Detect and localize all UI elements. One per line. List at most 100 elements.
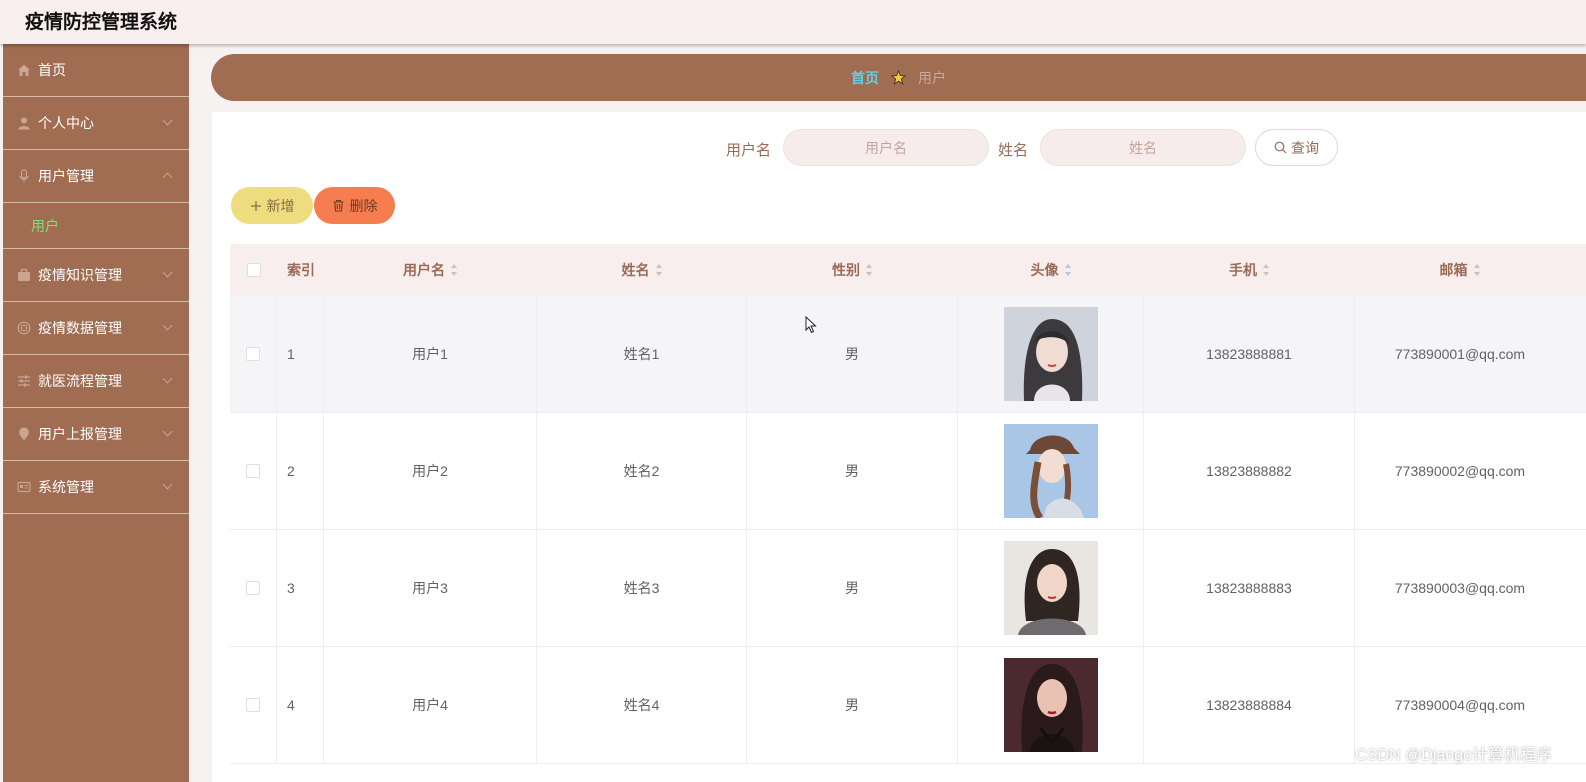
sort-icon[interactable] — [451, 264, 458, 276]
cell-name: 姓名1 — [537, 296, 747, 412]
cell-phone: 13823888884 — [1144, 647, 1355, 763]
col-index: 索引 — [277, 244, 324, 296]
cell-phone: 13823888883 — [1144, 530, 1355, 646]
cell-name: 姓名2 — [537, 413, 747, 529]
sidebar-item-user-report[interactable]: 用户上报管理 — [3, 408, 189, 461]
col-avatar[interactable]: 头像 — [958, 244, 1144, 296]
cell-avatar — [958, 530, 1144, 646]
sidebar-item-label: 疫情知识管理 — [38, 267, 122, 283]
avatar[interactable] — [1003, 541, 1098, 635]
location-pin-icon — [19, 427, 29, 441]
sort-icon[interactable] — [655, 264, 663, 276]
cell-gender: 男 — [747, 647, 958, 763]
sidebar-item-label: 系统管理 — [38, 479, 94, 495]
top-header: 疫情防控管理系统 — [0, 0, 1586, 44]
cell-avatar — [958, 413, 1144, 529]
id-card-icon — [17, 481, 31, 493]
row-checkbox[interactable] — [246, 581, 260, 595]
cell-username: 用户2 — [324, 413, 537, 529]
sidebar-item-profile[interactable]: 个人中心 — [3, 97, 189, 150]
sort-icon[interactable] — [1263, 264, 1270, 276]
chevron-down-icon — [162, 479, 173, 490]
avatar[interactable] — [1003, 658, 1098, 752]
sidebar-item-label: 用户上报管理 — [38, 426, 122, 442]
plus-icon — [250, 200, 261, 211]
col-phone[interactable]: 手机 — [1144, 244, 1355, 296]
sidebar-item-epidemic-data[interactable]: 疫情数据管理 — [3, 302, 189, 355]
star-icon — [891, 70, 906, 85]
home-icon — [18, 64, 30, 76]
table-row[interactable]: 3 用户3 姓名3 男 13823888883 773890003@qq.com — [230, 530, 1586, 647]
sort-icon[interactable] — [1064, 264, 1072, 276]
row-checkbox[interactable] — [246, 698, 260, 712]
sidebar-item-system[interactable]: 系统管理 — [3, 461, 189, 514]
avatar[interactable] — [1003, 307, 1098, 401]
chevron-down-icon — [162, 115, 173, 126]
col-username[interactable]: 用户名 — [324, 244, 537, 296]
chevron-down-icon — [162, 320, 173, 331]
main-content: 首页 用户 用户名 姓名 查询 新增 删除 索引 用户名 姓名 性别 头像 手机… — [211, 54, 1586, 782]
col-phone-label: 手机 — [1229, 262, 1257, 278]
cell-username: 用户4 — [324, 647, 537, 763]
col-email[interactable]: 邮箱 — [1355, 244, 1565, 296]
cell-index: 4 — [277, 647, 324, 763]
sidebar-item-knowledge[interactable]: 疫情知识管理 — [3, 249, 189, 302]
cell-avatar — [958, 296, 1144, 412]
sidebar-item-user-management[interactable]: 用户管理 — [3, 150, 189, 203]
row-select-cell — [230, 413, 277, 529]
col-gender[interactable]: 性别 — [747, 244, 958, 296]
delete-button-label: 删除 — [349, 197, 378, 214]
name-search-input[interactable] — [1040, 129, 1246, 166]
sidebar-item-label: 首页 — [38, 62, 66, 78]
sidebar-item-label: 疫情数据管理 — [38, 320, 122, 336]
cell-email: 773890001@qq.com — [1394, 346, 1526, 362]
briefcase-icon — [18, 268, 30, 281]
table-header: 索引 用户名 姓名 性别 头像 手机 邮箱 — [230, 244, 1586, 296]
breadcrumb: 首页 用户 — [211, 54, 1586, 101]
users-table: 索引 用户名 姓名 性别 头像 手机 邮箱 1 用户1 姓名1 男 138238… — [230, 244, 1586, 764]
sort-icon[interactable] — [866, 264, 873, 276]
col-username-label: 用户名 — [403, 262, 445, 278]
breadcrumb-home[interactable]: 首页 — [851, 68, 879, 88]
cell-avatar — [958, 647, 1144, 763]
sidebar-item-label: 就医流程管理 — [38, 373, 122, 389]
row-select-cell — [230, 647, 277, 763]
username-search-input[interactable] — [783, 129, 989, 166]
delete-button[interactable]: 删除 — [314, 187, 395, 224]
cell-index: 2 — [277, 413, 324, 529]
sidebar-item-medical-process[interactable]: 就医流程管理 — [3, 355, 189, 408]
col-gender-label: 性别 — [832, 262, 860, 278]
cell-gender: 男 — [747, 530, 958, 646]
cell-email: 773890003@qq.com — [1394, 580, 1526, 596]
cell-index: 1 — [277, 296, 324, 412]
trash-icon — [333, 199, 343, 212]
sliders-icon — [18, 375, 30, 387]
cell-phone: 13823888882 — [1144, 413, 1355, 529]
lifebuoy-icon — [17, 321, 31, 335]
add-button[interactable]: 新增 — [231, 187, 313, 224]
row-checkbox[interactable] — [246, 464, 260, 478]
person-icon — [18, 117, 30, 130]
chevron-down-icon — [162, 426, 173, 437]
row-select-cell — [230, 530, 277, 646]
sidebar-item-home[interactable]: 首页 — [3, 44, 189, 97]
chevron-up-icon — [162, 172, 173, 183]
row-checkbox[interactable] — [246, 347, 260, 361]
query-button[interactable]: 查询 — [1255, 129, 1338, 166]
sort-icon[interactable] — [1473, 264, 1481, 276]
cell-gender: 男 — [747, 413, 958, 529]
app-title: 疫情防控管理系统 — [25, 12, 178, 33]
cell-name: 姓名4 — [537, 647, 747, 763]
table-row[interactable]: 1 用户1 姓名1 男 13823888881 773890001@qq.com — [230, 296, 1586, 413]
col-index-label: 索引 — [287, 262, 315, 278]
select-all-checkbox[interactable] — [246, 263, 261, 277]
avatar[interactable] — [1003, 424, 1098, 518]
col-name[interactable]: 姓名 — [537, 244, 747, 296]
sidebar-subitem-user[interactable]: 用户 — [3, 203, 189, 249]
table-row[interactable]: 2 用户2 姓名2 男 13823888882 773890002@qq.com — [230, 413, 1586, 530]
name-label: 姓名 — [998, 142, 1029, 159]
col-email-label: 邮箱 — [1439, 262, 1468, 278]
watermark: CSDN @Django计算机程序 — [1355, 747, 1552, 764]
search-icon — [1274, 141, 1287, 154]
col-avatar-label: 头像 — [1030, 262, 1059, 278]
